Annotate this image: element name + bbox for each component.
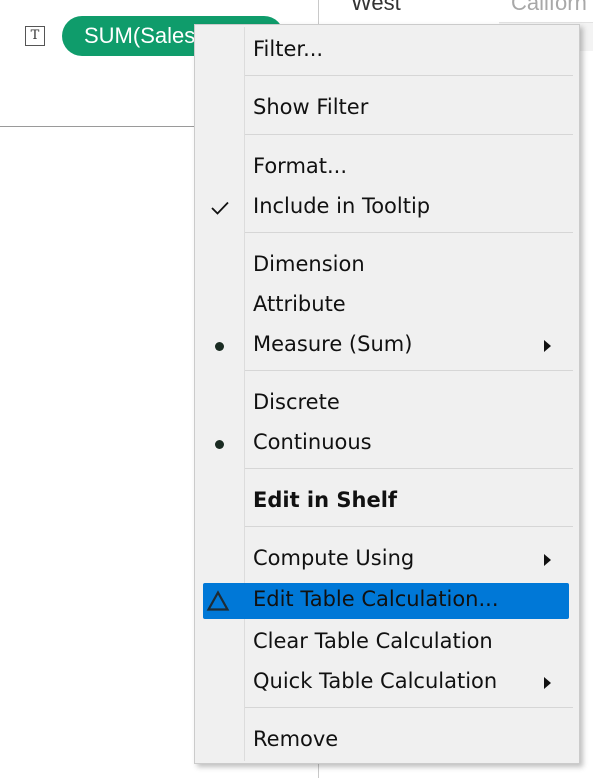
menu-item-discrete[interactable]: Discrete xyxy=(203,386,569,422)
menu-item-edit-table-calculation[interactable]: Edit Table Calculation... xyxy=(203,583,569,619)
menu-item-quick-table-calculation[interactable]: Quick Table Calculation xyxy=(203,665,569,701)
menu-item-label: Filter... xyxy=(253,37,324,61)
menu-item-label: Continuous xyxy=(253,430,372,454)
delta-icon xyxy=(206,590,230,611)
menu-item-dimension[interactable]: Dimension xyxy=(203,248,569,284)
text-mark-icon[interactable]: T xyxy=(25,26,45,46)
menu-item-filter[interactable]: Filter... xyxy=(203,33,569,69)
menu-item-measure-sum[interactable]: Measure (Sum) xyxy=(203,328,569,364)
menu-item-label: Include in Tooltip xyxy=(253,194,431,218)
menu-item-remove[interactable]: Remove xyxy=(203,723,569,759)
menu-separator xyxy=(245,707,573,708)
chevron-right-icon xyxy=(544,677,551,689)
menu-item-label: Remove xyxy=(253,727,339,751)
menu-item-format[interactable]: Format... xyxy=(203,150,569,186)
check-icon xyxy=(211,201,229,215)
bullet-icon xyxy=(215,440,224,449)
menu-item-label: Quick Table Calculation xyxy=(253,669,498,693)
menu-item-attribute[interactable]: Attribute xyxy=(203,288,569,324)
menu-separator xyxy=(245,468,573,469)
menu-item-show-filter[interactable]: Show Filter xyxy=(203,91,569,127)
menu-item-label: Measure (Sum) xyxy=(253,332,413,356)
region-cell[interactable]: West xyxy=(351,0,401,16)
menu-item-label: Attribute xyxy=(253,292,346,316)
menu-item-continuous[interactable]: Continuous xyxy=(203,426,569,462)
pill-context-menu: Filter... Show Filter Format... Include … xyxy=(194,24,580,764)
menu-item-label: Edit Table Calculation... xyxy=(253,587,499,611)
menu-item-label: Show Filter xyxy=(253,95,369,119)
state-cell[interactable]: Californ xyxy=(511,0,587,16)
menu-item-include-in-tooltip[interactable]: Include in Tooltip xyxy=(203,190,569,226)
menu-item-label: Clear Table Calculation xyxy=(253,629,493,653)
bullet-icon xyxy=(215,342,224,351)
menu-item-edit-in-shelf[interactable]: Edit in Shelf xyxy=(203,484,569,520)
menu-item-clear-table-calculation[interactable]: Clear Table Calculation xyxy=(203,625,569,661)
menu-separator xyxy=(245,232,573,233)
menu-item-label: Dimension xyxy=(253,252,365,276)
menu-item-label: Discrete xyxy=(253,390,340,414)
chevron-right-icon xyxy=(544,554,551,566)
menu-separator xyxy=(245,370,573,371)
menu-item-compute-using[interactable]: Compute Using xyxy=(203,542,569,578)
menu-item-label: Format... xyxy=(253,154,348,178)
menu-separator xyxy=(245,134,573,135)
chevron-right-icon xyxy=(544,340,551,352)
menu-separator xyxy=(245,526,573,527)
menu-item-label: Compute Using xyxy=(253,546,415,570)
menu-separator xyxy=(245,75,573,76)
menu-item-label: Edit in Shelf xyxy=(253,488,398,512)
